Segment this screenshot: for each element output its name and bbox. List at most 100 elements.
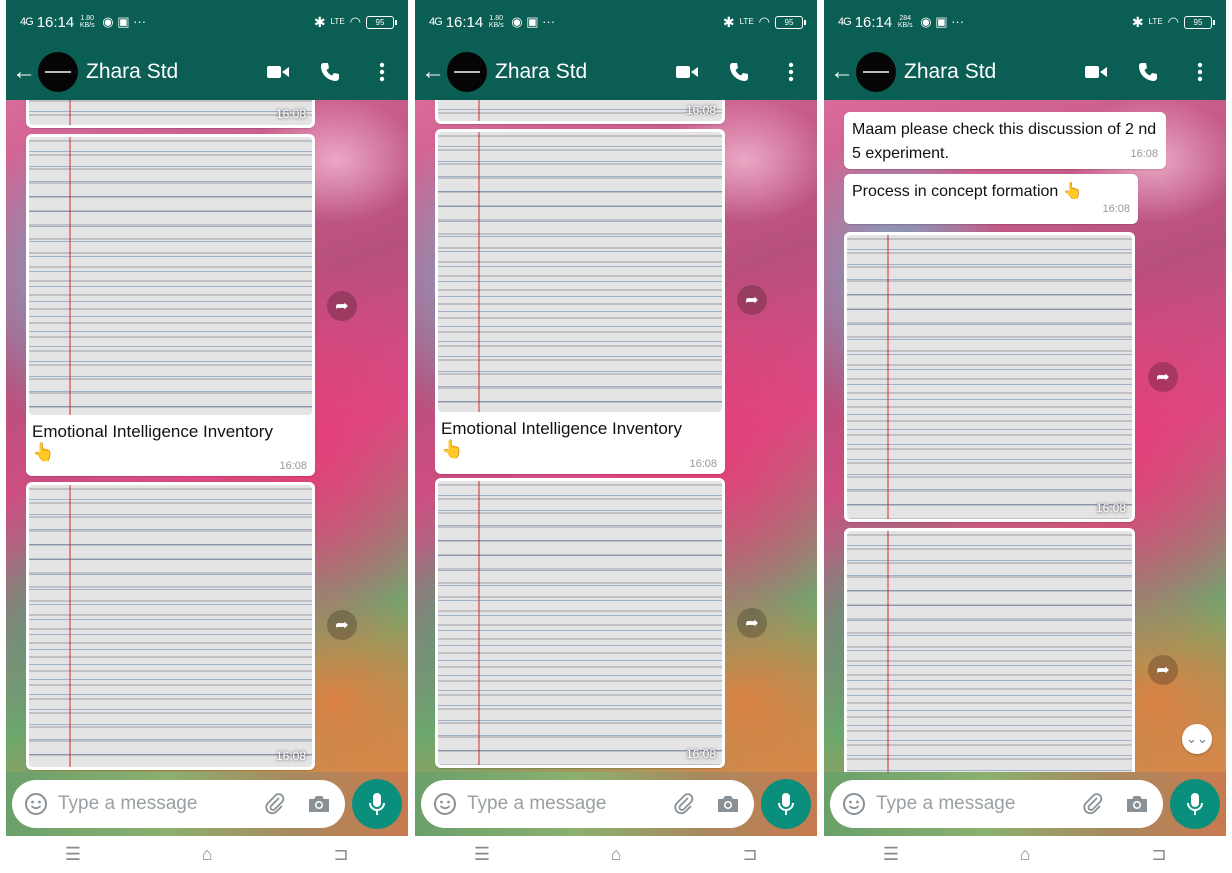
forward-icon[interactable]: ➦: [1148, 655, 1178, 685]
home-nav-icon[interactable]: ⌂: [187, 844, 227, 865]
text-message[interactable]: Process in concept formation 👆 16:08: [844, 174, 1138, 224]
message-time: 16:08: [279, 460, 307, 472]
video-call-icon[interactable]: [252, 64, 304, 80]
notebook-photo[interactable]: 16:08: [438, 481, 722, 765]
chat-area[interactable]: 16:08 Emotional Intelligence Inventory 👆…: [415, 100, 817, 772]
message-text: Process in concept formation 👆: [852, 183, 1083, 200]
phone-call-icon[interactable]: [713, 62, 765, 82]
video-call-icon[interactable]: [661, 64, 713, 80]
camera-icon[interactable]: [303, 794, 335, 814]
signal-icon: 4G: [429, 16, 443, 28]
chat-header: ← Zhara Std: [6, 44, 408, 100]
notebook-photo[interactable]: [29, 137, 312, 415]
system-nav-bar: ☰ ⌂ ⊐: [6, 836, 408, 873]
pointing-hand-emoji: 👆: [441, 439, 464, 459]
notebook-photo[interactable]: 16:08: [438, 100, 722, 121]
forward-icon[interactable]: ➦: [737, 285, 767, 315]
double-chevron-down-icon[interactable]: ⌄⌄: [1182, 724, 1212, 754]
notebook-photo[interactable]: [438, 132, 722, 412]
video-call-icon[interactable]: [1070, 64, 1122, 80]
message-caption: Emotional Intelligence Inventory: [32, 422, 273, 441]
paperclip-icon[interactable]: [259, 793, 291, 815]
message-text: Maam please check this discussion of 2 n…: [852, 121, 1157, 162]
message-input[interactable]: Type a message: [830, 780, 1163, 828]
message-input[interactable]: Type a message: [12, 780, 345, 828]
message-caption: Emotional Intelligence Inventory: [441, 419, 682, 438]
back-nav-icon[interactable]: ⊐: [1139, 844, 1179, 865]
chat-area[interactable]: 16:08 Emotional Intelligence Inventory 👆…: [6, 100, 408, 772]
forward-icon[interactable]: ➦: [1148, 362, 1178, 392]
signal-icon: 4G: [20, 16, 34, 28]
contact-name[interactable]: Zhara Std: [904, 60, 1070, 84]
contact-name[interactable]: Zhara Std: [86, 60, 252, 84]
contact-name[interactable]: Zhara Std: [495, 60, 661, 84]
menu-nav-icon[interactable]: ☰: [53, 844, 93, 865]
camera-icon[interactable]: [712, 794, 744, 814]
forward-icon[interactable]: ➦: [327, 291, 357, 321]
image-message[interactable]: 16:08: [435, 478, 725, 768]
message-time: 16:08: [275, 749, 306, 763]
system-nav-bar: ☰ ⌂ ⊐: [415, 836, 817, 873]
image-caption-message[interactable]: Emotional Intelligence Inventory 👆 16:08: [26, 134, 315, 476]
notebook-photo[interactable]: [847, 531, 1132, 772]
back-arrow-icon[interactable]: ←: [12, 58, 38, 86]
menu-nav-icon[interactable]: ☰: [871, 844, 911, 865]
image-message[interactable]: 16:08: [26, 100, 315, 128]
notebook-photo[interactable]: 16:08: [847, 235, 1132, 519]
back-arrow-icon[interactable]: ←: [421, 58, 447, 86]
image-message[interactable]: 16:08: [26, 482, 315, 770]
microphone-button[interactable]: [352, 779, 402, 829]
battery-icon: 95: [1184, 15, 1215, 29]
forward-icon[interactable]: ➦: [737, 608, 767, 638]
microphone-button[interactable]: [1170, 779, 1220, 829]
more-vert-icon[interactable]: [356, 62, 408, 82]
image-caption-message[interactable]: Emotional Intelligence Inventory 👆 16:08: [435, 129, 725, 474]
phone-call-icon[interactable]: [1122, 62, 1174, 82]
image-message[interactable]: 16:08: [435, 100, 725, 124]
message-input[interactable]: Type a message: [421, 780, 754, 828]
contact-avatar[interactable]: [38, 52, 78, 92]
chat-area[interactable]: Maam please check this discussion of 2 n…: [824, 100, 1226, 772]
phone-screen-1: 4G 16:14 1.80 KB/s ◉ ▣ ··· ✱ LTE ◠ 95 ← Z…: [6, 0, 408, 873]
pointing-hand-emoji: 👆: [32, 442, 55, 462]
contact-avatar[interactable]: [856, 52, 896, 92]
paperclip-icon[interactable]: [668, 793, 700, 815]
image-message[interactable]: [844, 528, 1135, 772]
message-placeholder[interactable]: Type a message: [467, 793, 668, 815]
microphone-button[interactable]: [761, 779, 811, 829]
notebook-photo[interactable]: 16:08: [29, 100, 312, 125]
back-nav-icon[interactable]: ⊐: [730, 844, 770, 865]
more-vert-icon[interactable]: [1174, 62, 1226, 82]
home-nav-icon[interactable]: ⌂: [596, 844, 636, 865]
paperclip-icon[interactable]: [1077, 793, 1109, 815]
phone-screen-3: 4G 16:14 284 KB/s ◉ ▣ ··· ✱ LTE ◠ 95 ← Zh…: [824, 0, 1226, 873]
network-speed: 1.80 KB/s: [79, 15, 95, 29]
phone-call-icon[interactable]: [304, 62, 356, 82]
signal-icon: 4G: [838, 16, 852, 28]
back-nav-icon[interactable]: ⊐: [321, 844, 361, 865]
emoji-icon[interactable]: [840, 790, 868, 818]
phone-screen-2: 4G 16:14 1.80 KB/s ◉ ▣ ··· ✱ LTE ◠ 95 ← Z…: [415, 0, 817, 873]
more-vert-icon[interactable]: [765, 62, 817, 82]
emoji-icon[interactable]: [22, 790, 50, 818]
back-arrow-icon[interactable]: ←: [830, 58, 856, 86]
message-placeholder[interactable]: Type a message: [58, 793, 259, 815]
status-time: 16:14: [36, 13, 75, 31]
status-time: 16:14: [854, 13, 893, 31]
status-time: 16:14: [445, 13, 484, 31]
battery-icon: 95: [775, 15, 806, 29]
camera-icon[interactable]: [1121, 794, 1153, 814]
system-nav-bar: ☰ ⌂ ⊐: [824, 836, 1226, 873]
emoji-icon[interactable]: [431, 790, 459, 818]
contact-avatar[interactable]: [447, 52, 487, 92]
forward-icon[interactable]: ➦: [327, 610, 357, 640]
menu-nav-icon[interactable]: ☰: [462, 844, 502, 865]
composer-bar: Type a message: [415, 772, 817, 836]
message-placeholder[interactable]: Type a message: [876, 793, 1077, 815]
home-nav-icon[interactable]: ⌂: [1005, 844, 1045, 865]
text-message[interactable]: Maam please check this discussion of 2 n…: [844, 112, 1166, 169]
notification-icon: ◉ ▣ ···: [920, 14, 965, 29]
notebook-photo[interactable]: 16:08: [29, 485, 312, 767]
message-time: 16:08: [1102, 203, 1130, 215]
image-message[interactable]: 16:08: [844, 232, 1135, 522]
